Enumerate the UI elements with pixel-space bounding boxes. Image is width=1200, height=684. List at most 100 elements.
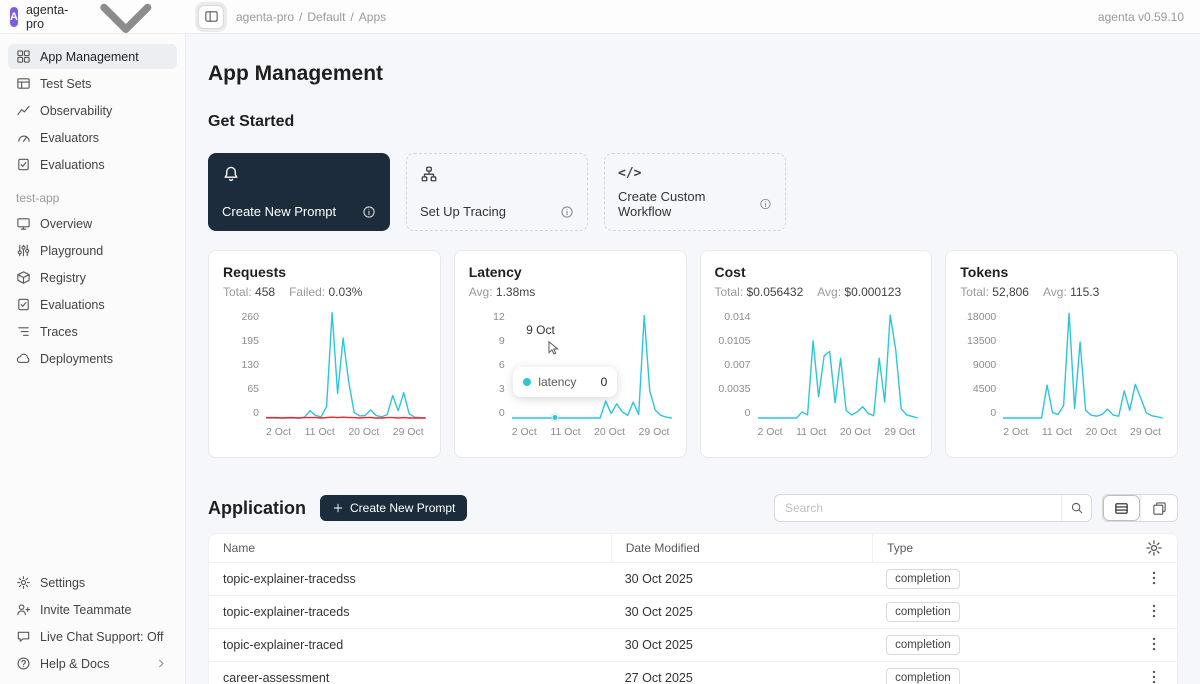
metric-stat: Avg: 1.38ms xyxy=(469,285,536,299)
table-row[interactable]: topic-explainer-traced30 Oct 2025complet… xyxy=(209,629,1177,662)
y-axis-labels: 129630 xyxy=(469,312,505,418)
sidebar-item-label: Evaluations xyxy=(40,158,105,172)
table-row[interactable]: topic-explainer-traceds30 Oct 2025comple… xyxy=(209,596,1177,629)
workspace-selector[interactable]: A agenta-pro xyxy=(0,0,186,66)
get-started-title: Get Started xyxy=(208,113,1178,131)
sidebar-item-label: Overview xyxy=(40,217,92,231)
sidebar-item-evaluations[interactable]: Evaluations xyxy=(8,292,177,317)
type-badge: completion xyxy=(886,569,960,590)
sidebar-item-label: Test Sets xyxy=(40,77,91,91)
get-started-card-create-custom-workflow[interactable]: </>Create Custom Workflow xyxy=(604,153,786,231)
x-axis-labels: 2 Oct11 Oct20 Oct29 Oct xyxy=(758,426,916,438)
search-icon xyxy=(1070,501,1084,515)
app-date-modified: 27 Oct 2025 xyxy=(611,671,872,684)
sidebar-item-traces[interactable]: Traces xyxy=(8,319,177,344)
chart-plot[interactable] xyxy=(266,312,426,418)
app-date-modified: 30 Oct 2025 xyxy=(611,572,872,586)
app-name: topic-explainer-traced xyxy=(209,638,611,652)
table-row[interactable]: career-assessment27 Oct 2025completion xyxy=(209,662,1177,684)
row-menu-button[interactable] xyxy=(1145,602,1163,620)
row-menu-button[interactable] xyxy=(1145,668,1163,684)
info-icon[interactable] xyxy=(560,205,574,219)
overview-icon xyxy=(16,216,31,231)
table-header: Name Date Modified Type xyxy=(209,534,1177,563)
bell-icon xyxy=(222,165,240,183)
metric-stat: Failed: 0.03% xyxy=(289,285,362,299)
x-axis-labels: 2 Oct11 Oct20 Oct29 Oct xyxy=(266,426,424,438)
sidebar-item-settings[interactable]: Settings xyxy=(8,570,177,595)
application-header: Application Create New Prompt xyxy=(208,494,1178,522)
row-menu-button[interactable] xyxy=(1145,635,1163,653)
sidebar-item-label: Traces xyxy=(40,325,78,339)
code-icon: </> xyxy=(618,165,636,183)
sidebar-item-evaluators[interactable]: Evaluators xyxy=(8,125,177,150)
metric-card-requests: RequestsTotal: 458Failed: 0.03%260195130… xyxy=(208,250,441,458)
table-row[interactable]: topic-explainer-tracedss30 Oct 2025compl… xyxy=(209,563,1177,596)
metric-stat: Total: 52,806 xyxy=(960,285,1029,299)
column-header-date-modified: Date Modified xyxy=(611,534,872,562)
create-new-prompt-button[interactable]: Create New Prompt xyxy=(320,495,467,521)
sidebar-item-label: Invite Teammate xyxy=(40,603,131,617)
sidebar-item-test-sets[interactable]: Test Sets xyxy=(8,71,177,96)
sidebar-item-label: Deployments xyxy=(40,352,113,366)
get-started-card-set-up-tracing[interactable]: Set Up Tracing xyxy=(406,153,588,231)
breadcrumb-workspace[interactable]: agenta-pro xyxy=(236,10,294,24)
metric-stat: Avg: 115.3 xyxy=(1043,285,1099,299)
sidebar-item-deployments[interactable]: Deployments xyxy=(8,346,177,371)
view-toggle xyxy=(1102,494,1178,522)
evaluations-icon xyxy=(16,297,31,312)
applications-table: Name Date Modified Type topic-explainer-… xyxy=(208,533,1178,684)
sidebar-item-evaluations[interactable]: Evaluations xyxy=(8,152,177,177)
info-icon[interactable] xyxy=(759,197,772,211)
sidebar-item-help-docs[interactable]: Help & Docs xyxy=(8,651,177,676)
version-label: agenta v0.59.10 xyxy=(1098,10,1184,24)
metric-stats: Total: $0.056432Avg: $0.000123 xyxy=(715,285,918,299)
sidebar-item-overview[interactable]: Overview xyxy=(8,211,177,236)
metric-title: Tokens xyxy=(960,264,1163,280)
sidebar-item-live-chat-support-off[interactable]: Live Chat Support: Off xyxy=(8,624,177,649)
sidebar-toggle-button[interactable] xyxy=(198,5,224,29)
breadcrumb: agenta-pro/ Default/ Apps xyxy=(236,10,386,24)
chart-plot[interactable] xyxy=(758,312,918,418)
sidebar-item-label: Playground xyxy=(40,244,103,258)
metric-stat: Total: 458 xyxy=(223,285,275,299)
y-axis-labels: 260195130650 xyxy=(223,312,259,418)
type-badge: completion xyxy=(886,668,960,684)
get-started-cards: Create New PromptSet Up Tracing</>Create… xyxy=(208,153,1178,231)
observability-icon xyxy=(16,103,31,118)
chart-plot[interactable] xyxy=(1003,312,1163,418)
main-content: App Management Get Started Create New Pr… xyxy=(186,34,1200,684)
metric-stat: Avg: $0.000123 xyxy=(817,285,901,299)
metric-stats: Avg: 1.38ms xyxy=(469,285,672,299)
evaluations-icon xyxy=(16,157,31,172)
app-date-modified: 30 Oct 2025 xyxy=(611,605,872,619)
breadcrumb-project[interactable]: Default xyxy=(307,10,345,24)
chart-plot[interactable]: 9 Octlatency0 xyxy=(512,312,672,418)
tracing-icon xyxy=(420,165,438,183)
sidebar-item-invite-teammate[interactable]: Invite Teammate xyxy=(8,597,177,622)
sidebar-item-observability[interactable]: Observability xyxy=(8,98,177,123)
y-axis-labels: 1800013500900045000 xyxy=(960,312,996,418)
sidebar: App ManagementTest SetsObservabilityEval… xyxy=(0,34,186,684)
search-input[interactable] xyxy=(775,501,1061,515)
table-view-button[interactable] xyxy=(1103,495,1140,521)
card-view-button[interactable] xyxy=(1140,495,1177,521)
table-body: topic-explainer-tracedss30 Oct 2025compl… xyxy=(209,563,1177,684)
sidebar-item-playground[interactable]: Playground xyxy=(8,238,177,263)
chevron-down-icon xyxy=(76,0,176,66)
get-started-card-create-new-prompt[interactable]: Create New Prompt xyxy=(208,153,390,231)
search-button[interactable] xyxy=(1061,495,1091,521)
breadcrumb-page[interactable]: Apps xyxy=(359,10,386,24)
topbar: A agenta-pro agenta-pro/ Default/ Apps a… xyxy=(0,0,1200,34)
traces-icon xyxy=(16,324,31,339)
registry-icon xyxy=(16,270,31,285)
row-menu-button[interactable] xyxy=(1145,569,1163,587)
metric-card-tokens: Tokens Total: 52,806 Avg: 115.3 18000135009… xyxy=(945,250,1178,458)
sidebar-item-label: Settings xyxy=(40,576,85,590)
sidebar-item-label: Help & Docs xyxy=(40,657,109,671)
table-settings-button[interactable] xyxy=(1145,539,1163,557)
deployments-icon xyxy=(16,351,31,366)
info-icon[interactable] xyxy=(362,205,376,219)
sidebar-item-registry[interactable]: Registry xyxy=(8,265,177,290)
plus-icon xyxy=(332,502,344,514)
